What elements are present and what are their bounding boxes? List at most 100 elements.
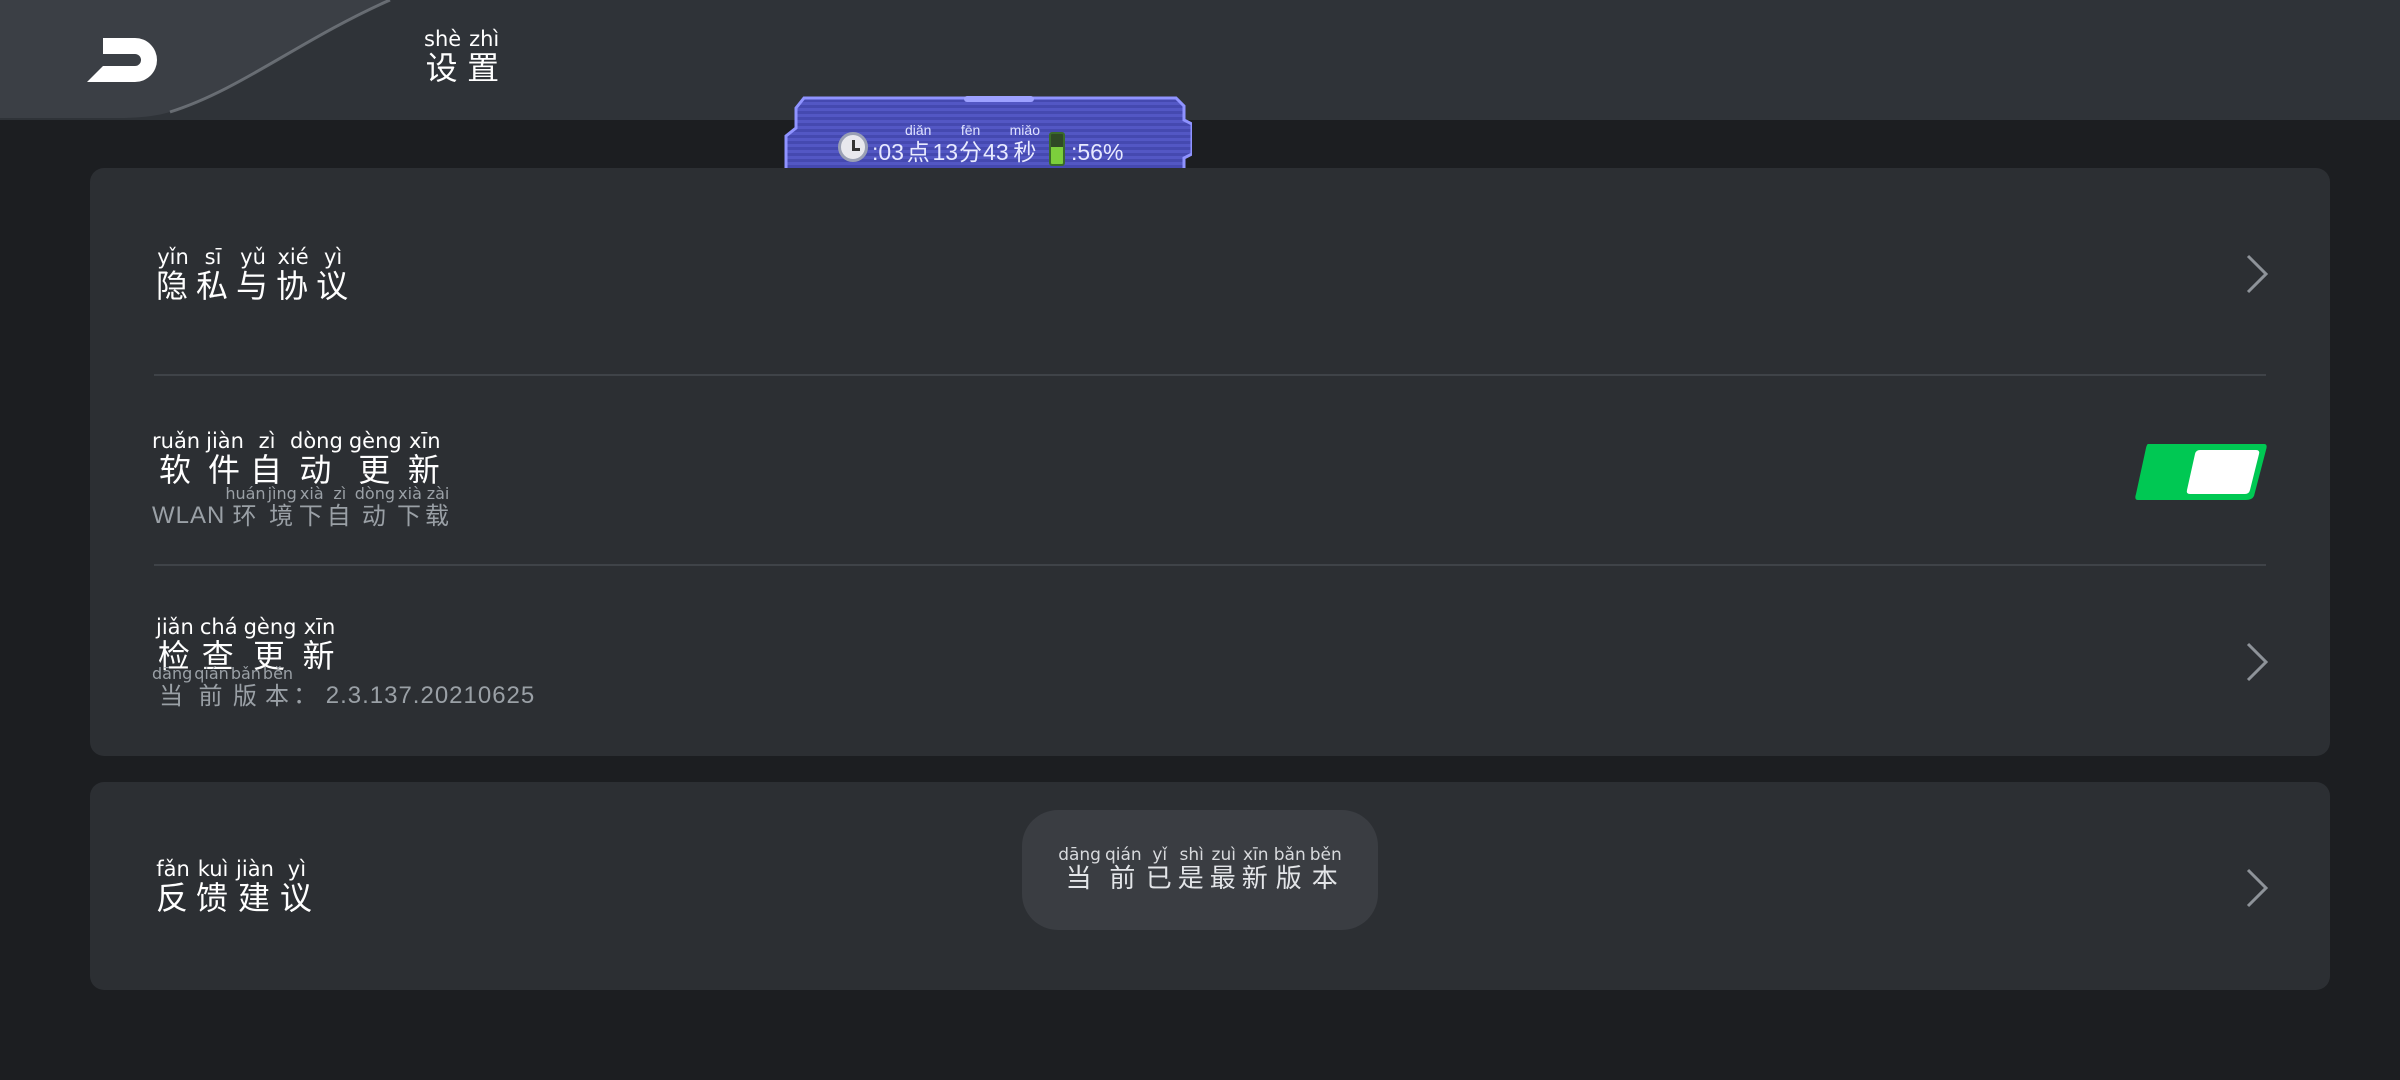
latest-version-toast: dāng 当 qián 前 yǐ 已 shì 是 zuì 最 xīn 新 bǎn 版 běn 本 bbox=[1022, 810, 1378, 930]
hanzi: 本 bbox=[264, 682, 291, 710]
pinyin: jiàn bbox=[206, 429, 244, 453]
pinyin: gèng bbox=[243, 615, 297, 639]
header-swoosh-decoration bbox=[0, 0, 391, 118]
ruby-char: dāng 当 bbox=[1058, 846, 1101, 894]
hanzi: 最 bbox=[1209, 864, 1238, 894]
pinyin: huán bbox=[225, 484, 266, 503]
pinyin: zuì bbox=[1211, 845, 1236, 865]
hanzi: 当 bbox=[1065, 864, 1094, 894]
hanzi: 议 bbox=[316, 267, 351, 305]
hanzi: 反 bbox=[156, 879, 191, 917]
hanzi: 环 bbox=[232, 502, 259, 530]
chevron-right-icon bbox=[2246, 254, 2269, 294]
hanzi: 新 bbox=[1241, 864, 1270, 894]
hour-unit: diǎn 点 bbox=[904, 122, 932, 165]
ruby-char: yì 议 bbox=[316, 246, 350, 304]
settings-card-main: yǐn 隐 sī 私 yǔ 与 xié 协 yì 议 ruǎn 软 jiàn 件 zì 自 dòng 动 gèng… bbox=[90, 168, 2330, 756]
auto-update-toggle[interactable] bbox=[2134, 442, 2268, 502]
pinyin: xià bbox=[299, 484, 324, 503]
toast-message: dāng 当 qián 前 yǐ 已 shì 是 zuì 最 xīn 新 bǎn 版 běn 本 bbox=[1058, 846, 1342, 894]
hanzi: 自 bbox=[249, 451, 284, 489]
page-title: shè 设 zhì 置 bbox=[424, 28, 501, 86]
hanzi: 协 bbox=[276, 267, 311, 305]
hanzi: 境 bbox=[269, 502, 296, 530]
ruby-char: dòng 动 bbox=[355, 486, 395, 531]
battery-icon bbox=[1049, 132, 1065, 166]
pinyin: jiǎn bbox=[156, 615, 194, 639]
chevron-right-icon bbox=[2246, 868, 2269, 908]
ruby-char: běn 本 bbox=[1310, 846, 1342, 894]
pinyin: dòng bbox=[290, 429, 343, 453]
privacy-agreement-row[interactable]: yǐn 隐 sī 私 yǔ 与 xié 协 yì 议 bbox=[90, 168, 2330, 376]
hanzi: 软 bbox=[159, 451, 194, 489]
pinyin: yǐn bbox=[157, 245, 189, 269]
hanzi: 隐 bbox=[156, 267, 191, 305]
ruby-char: gèng 更 bbox=[349, 430, 402, 488]
ruby-char: běn 本 bbox=[262, 664, 294, 711]
ruby-char: jìng 境 bbox=[268, 486, 297, 531]
pinyin: xià bbox=[398, 484, 422, 503]
pinyin: fǎn bbox=[156, 857, 190, 881]
toggle-knob bbox=[2186, 450, 2260, 494]
pinyin: kuì bbox=[197, 857, 229, 881]
ruby-char: huán 环 bbox=[225, 484, 266, 531]
pinyin: dāng bbox=[1058, 845, 1101, 865]
pinyin: xīn bbox=[1242, 845, 1269, 865]
auto-update-subtitle: WLAN huán 环 jìng 境 xià 下 zì 自 dòng 动 xià 下 zài 载 bbox=[152, 484, 452, 531]
check-update-row[interactable]: jiǎn 检 chá 查 gèng 更 xīn 新 dāng 当 qián 前 bǎn 版 běn 本 ： … bbox=[90, 566, 2330, 756]
ruby-char: zhì 置 bbox=[467, 28, 501, 86]
minute-value: 13 bbox=[932, 139, 959, 165]
hanzi: 下 bbox=[397, 502, 424, 530]
hanzi: 本 bbox=[1311, 864, 1340, 894]
ruby-char: dòng 动 bbox=[290, 430, 343, 488]
hanzi: 建 bbox=[237, 879, 272, 917]
feedback-label: fǎn 反 kuì 馈 jiàn 建 yì 议 bbox=[156, 858, 314, 916]
ruby-char: dāng 当 bbox=[152, 666, 192, 711]
hanzi: 前 bbox=[1109, 864, 1138, 894]
pinyin: zì bbox=[258, 429, 276, 453]
ruby-char: xīn 新 bbox=[1242, 846, 1270, 894]
ruby-char: zuì 最 bbox=[1210, 846, 1238, 894]
hanzi: 版 bbox=[1275, 864, 1304, 894]
hanzi: 已 bbox=[1145, 864, 1174, 894]
hanzi: 载 bbox=[425, 502, 452, 530]
pinyin: yǔ bbox=[240, 245, 266, 269]
hour-value: :03 bbox=[872, 139, 904, 165]
ruby-char: ruǎn 软 bbox=[152, 430, 200, 488]
pinyin: yì bbox=[287, 857, 307, 881]
ruby-char: xié 协 bbox=[276, 246, 310, 304]
ruby-char: fǎn 反 bbox=[156, 858, 190, 916]
pinyin: sī bbox=[204, 245, 222, 269]
hanzi: 是 bbox=[1177, 864, 1206, 894]
ruby-char: yì 议 bbox=[280, 858, 314, 916]
back-button[interactable] bbox=[70, 22, 170, 98]
hanzi: 私 bbox=[196, 267, 231, 305]
pinyin: xié bbox=[277, 245, 309, 269]
ruby-char: zì 自 bbox=[250, 430, 284, 488]
pinyin: bǎn bbox=[230, 664, 261, 683]
pinyin: qián bbox=[194, 664, 229, 683]
second-unit: miǎo 秒 bbox=[1009, 122, 1040, 165]
hanzi: 当 bbox=[159, 682, 186, 710]
hanzi: 与 bbox=[236, 267, 271, 305]
hanzi: 更 bbox=[358, 451, 393, 489]
hanzi: 件 bbox=[208, 451, 243, 489]
ruby-char: shì 是 bbox=[1178, 846, 1206, 894]
hanzi: 下 bbox=[298, 502, 325, 530]
status-time-battery: :03 diǎn 点 13 fēn 分 43 miǎo 秒 :56% bbox=[838, 120, 1123, 166]
pinyin: gèng bbox=[348, 429, 402, 453]
hanzi: 前 bbox=[198, 682, 225, 710]
privacy-agreement-label: yǐn 隐 sī 私 yǔ 与 xié 协 yì 议 bbox=[156, 246, 350, 304]
top-bar: shè 设 zhì 置 bbox=[0, 0, 2400, 120]
hanzi: 置 bbox=[467, 49, 502, 87]
pinyin: zì bbox=[333, 484, 347, 503]
chevron-right-icon bbox=[2246, 642, 2269, 682]
second-value: 43 bbox=[983, 139, 1009, 165]
ruby-char: bǎn 版 bbox=[1274, 846, 1306, 894]
ruby-char: jiàn 建 bbox=[236, 858, 274, 916]
pinyin: běn bbox=[262, 664, 294, 683]
hanzi: 馈 bbox=[196, 879, 231, 917]
ruby-char: sī 私 bbox=[196, 246, 230, 304]
back-arrow-icon bbox=[87, 38, 157, 82]
ruby-char: qián 前 bbox=[1105, 846, 1142, 894]
